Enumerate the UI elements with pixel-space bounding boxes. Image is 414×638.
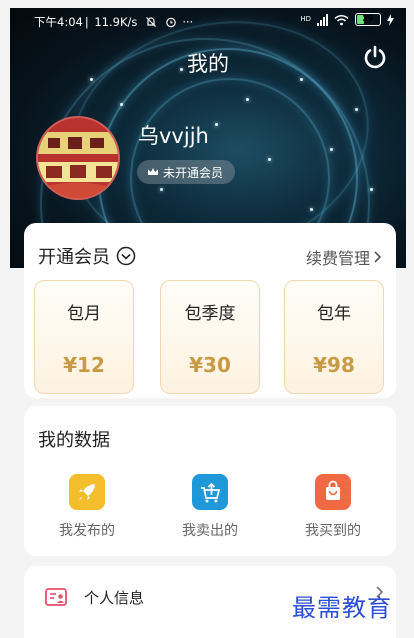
- plan-price: ¥30: [189, 353, 231, 377]
- membership-title-label: 开通会员: [38, 247, 110, 268]
- plan-price: ¥12: [63, 353, 105, 377]
- alarm-icon: [165, 17, 176, 28]
- cart-upload-icon: [192, 474, 228, 510]
- my-published-label: 我发布的: [59, 523, 115, 539]
- renew-management-label: 续费管理: [305, 249, 370, 268]
- membership-card: 开通会员 续费管理 包月 ¥12 包季度 ¥30 包年 ¥98: [24, 223, 396, 398]
- my-data-title: 我的数据: [38, 430, 110, 451]
- battery-level: 29: [362, 14, 374, 23]
- renew-management-link[interactable]: 续费管理: [306, 245, 382, 269]
- vip-status-badge[interactable]: 未开通会员: [137, 160, 236, 184]
- mute-bell-icon: [146, 17, 156, 27]
- plan-price: ¥98: [313, 353, 355, 377]
- my-bought-item[interactable]: 我买到的: [278, 474, 388, 540]
- membership-title[interactable]: 开通会员: [38, 243, 136, 269]
- battery-icon: 29: [355, 13, 381, 26]
- plan-name: 包月: [67, 304, 101, 324]
- watermark-text: 最需教育: [292, 594, 392, 622]
- my-published-item[interactable]: 我发布的: [32, 474, 142, 540]
- charging-icon: [387, 13, 394, 26]
- shopping-bag-icon: [315, 474, 351, 510]
- signal-icon: [317, 13, 328, 26]
- profile-card-icon: [45, 588, 67, 606]
- status-more: ···: [182, 15, 194, 29]
- crown-icon: [148, 168, 158, 175]
- chevron-right-icon: [374, 251, 382, 263]
- my-sold-item[interactable]: 我卖出的: [155, 474, 265, 540]
- status-time: 下午4:04: [34, 15, 83, 29]
- username: 乌vvjjh: [138, 124, 209, 148]
- wifi-icon: [334, 14, 349, 25]
- plan-monthly[interactable]: 包月 ¥12: [34, 280, 134, 394]
- power-icon[interactable]: [362, 44, 388, 70]
- avatar-image: [38, 118, 118, 198]
- network-type: HD: [300, 15, 311, 23]
- vip-status-label: 未开通会员: [163, 165, 224, 180]
- plan-yearly[interactable]: 包年 ¥98: [284, 280, 384, 394]
- menu-item-label: 个人信息: [84, 589, 145, 607]
- rocket-icon: [69, 474, 105, 510]
- my-bought-label: 我买到的: [305, 523, 361, 539]
- my-sold-label: 我卖出的: [182, 523, 238, 539]
- page-title: 我的: [187, 52, 229, 76]
- status-net-speed: 11.9K/s: [94, 15, 138, 29]
- plan-name: 包季度: [184, 304, 236, 324]
- chevron-down-circle-icon: [116, 246, 136, 266]
- plan-name: 包年: [317, 304, 351, 324]
- app-screen: 下午4:04 | 11.9K/s ··· HD 29 我的 乌vvjjh 未开通…: [10, 8, 406, 638]
- plan-quarterly[interactable]: 包季度 ¥30: [160, 280, 260, 394]
- status-bar: 下午4:04 | 11.9K/s ··· HD 29: [10, 8, 406, 34]
- my-data-card: 我的数据 我发布的 我卖出的 我买到的: [24, 406, 396, 556]
- avatar[interactable]: [36, 116, 120, 200]
